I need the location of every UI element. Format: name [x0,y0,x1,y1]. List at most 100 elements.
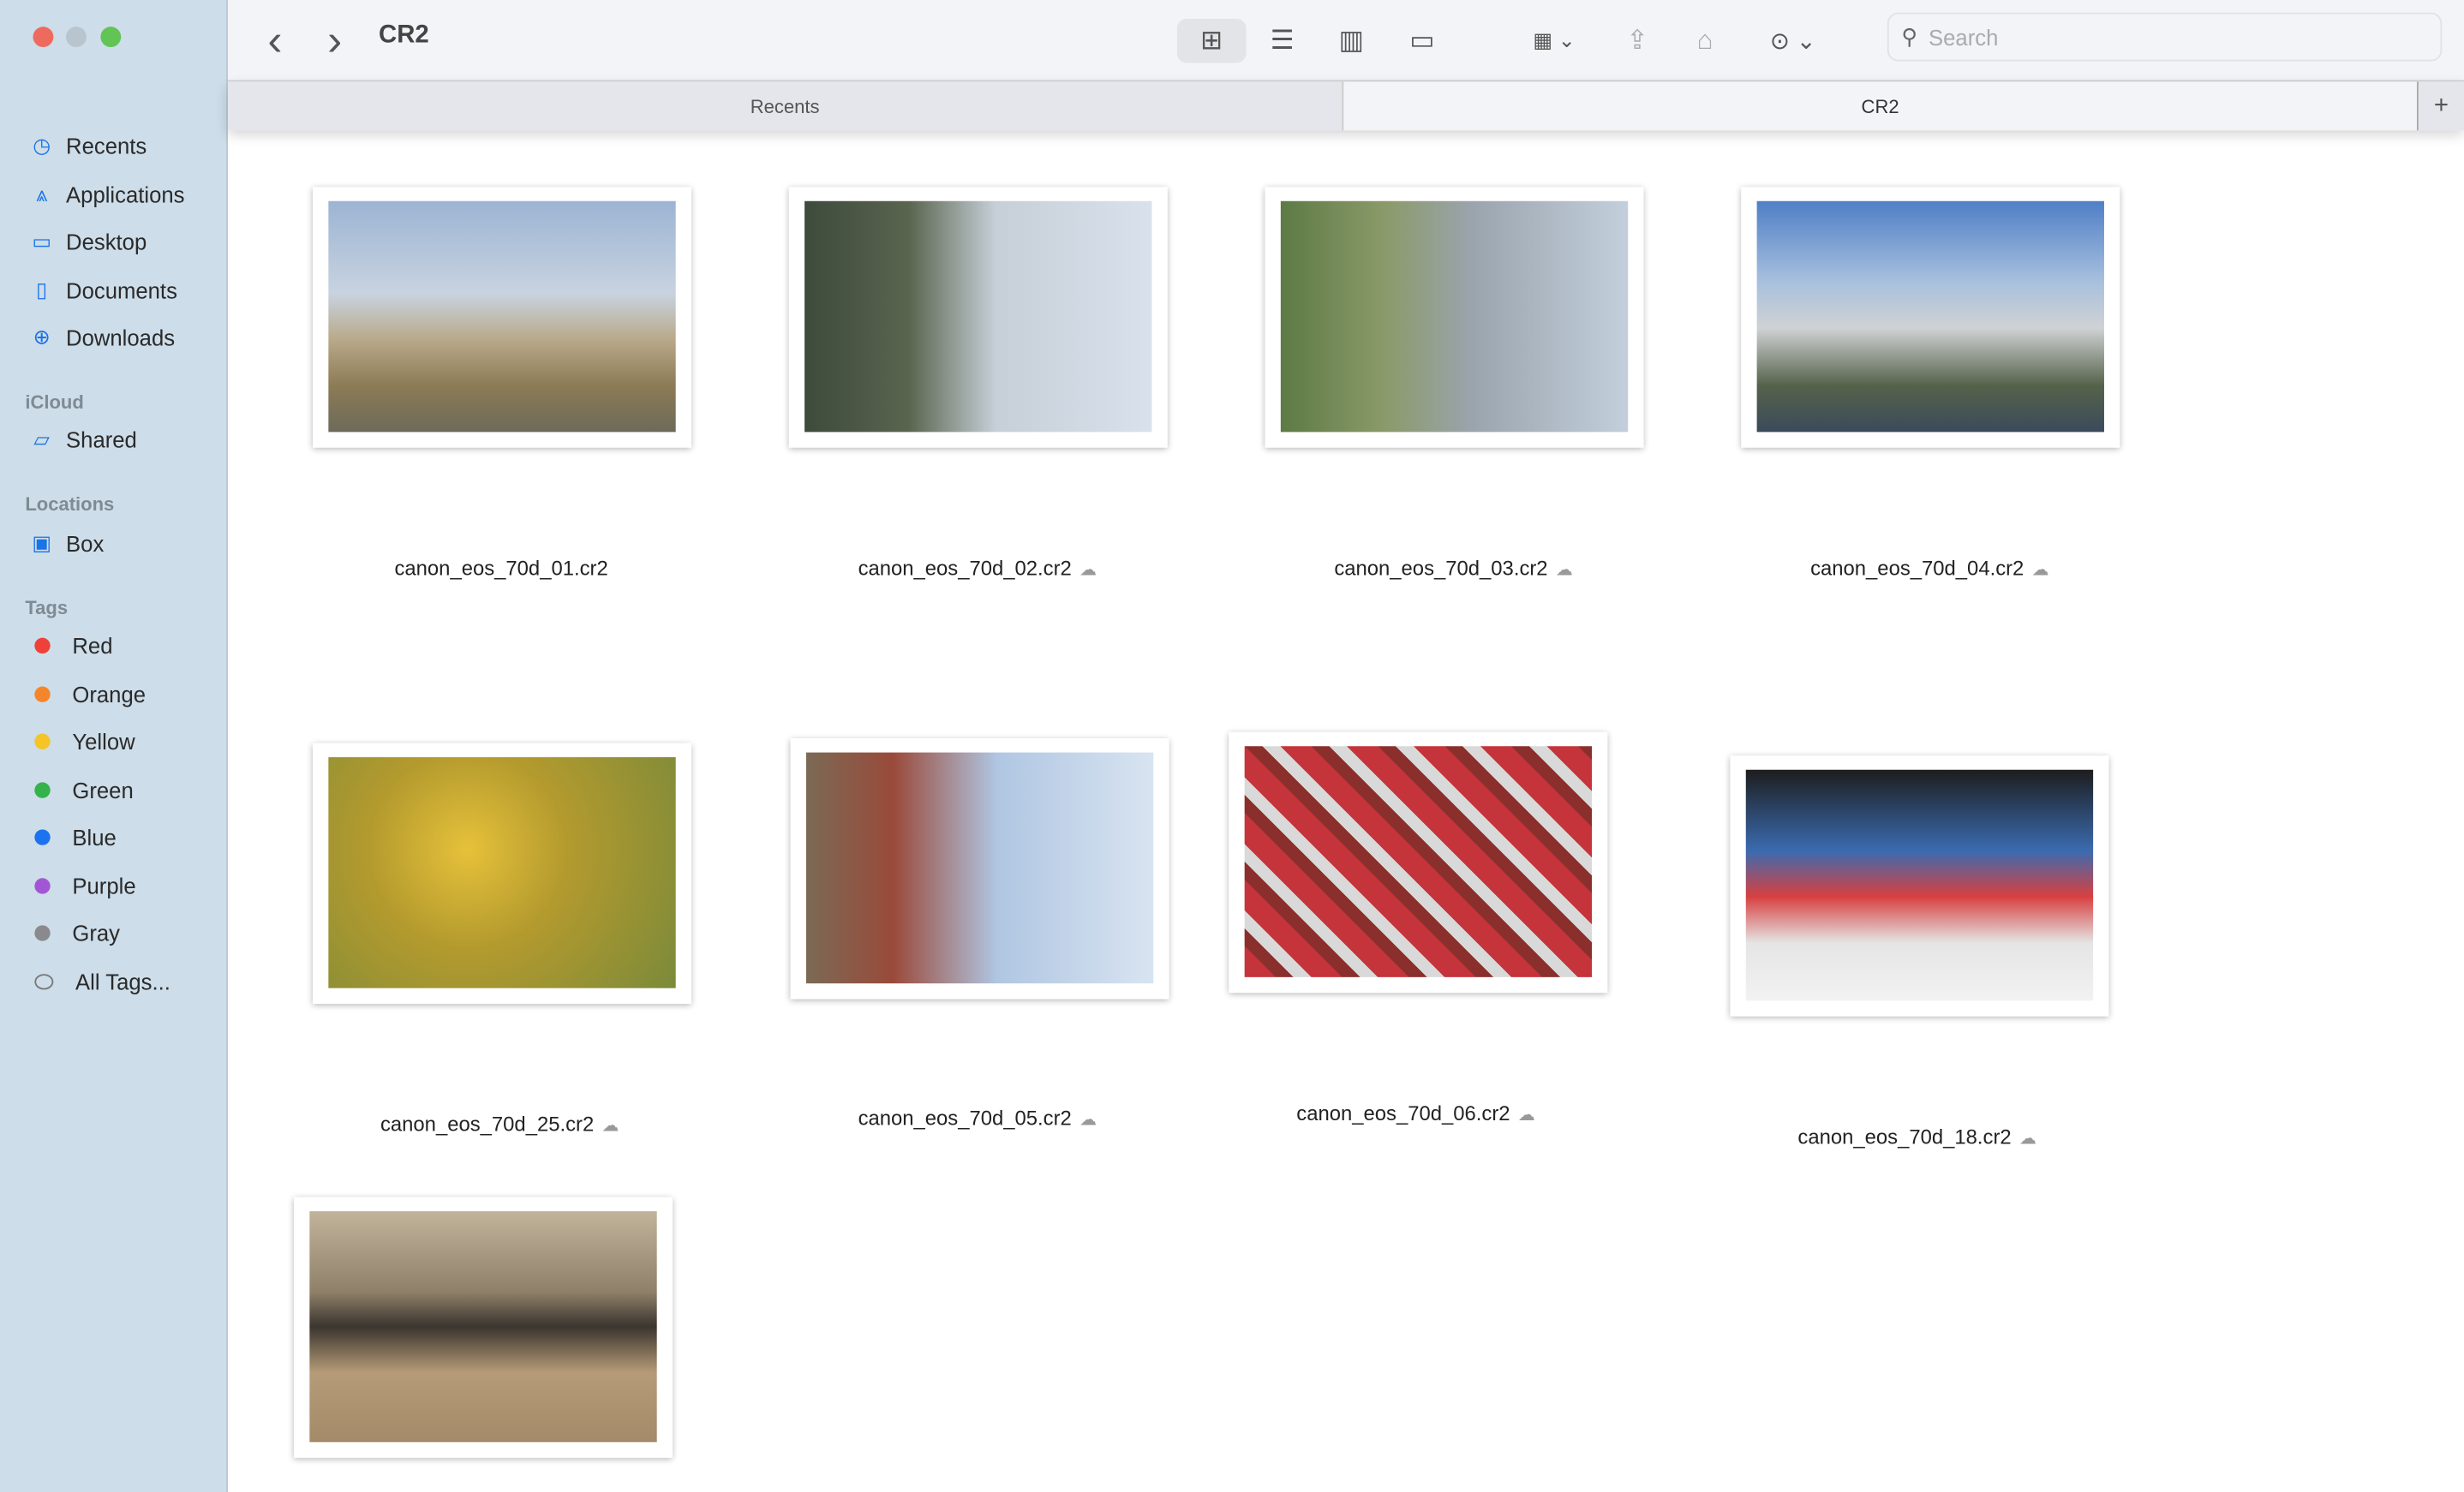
file-thumbnail[interactable] [313,187,692,448]
tab-recents[interactable]: Recents [227,81,1344,131]
photo-preview [1756,200,2104,433]
sidebar-item-label: Shared [66,427,137,453]
file-thumbnail[interactable] [313,743,692,1005]
box-icon: ▣ [32,530,51,555]
file-name: canon_eos_70d_02.cr2 [858,556,1072,580]
sidebar-item-green[interactable]: Green [28,771,134,809]
sidebar-item-downloads[interactable]: ⊕ Downloads [28,319,175,356]
sidebar-item-label: Gray [72,920,121,946]
sidebar-item-label: Box [66,530,105,557]
sidebar-item-label: Recents [66,133,147,159]
photo-preview [804,200,1152,433]
file-name-label[interactable]: canon_eos_70d_01.cr2 [394,556,607,580]
sidebar-item-label: All Tags... [75,968,170,994]
file-name-label[interactable]: canon_eos_70d_18.cr2 ☁ [1797,1125,2036,1149]
sidebar-item-label: Blue [72,824,117,850]
photo-preview [805,752,1154,984]
sidebar-item-shared[interactable]: ▱ Shared [28,421,137,459]
sidebar-item-label: Orange [72,681,147,707]
document-icon: ▯ [36,277,48,301]
cloud-download-icon[interactable]: ☁ [1556,561,1573,580]
photo-preview [1280,200,1629,433]
close-button[interactable] [33,27,54,48]
file-name: canon_eos_70d_04.cr2 [1810,556,2024,580]
more-actions-icon[interactable]: ⊙ ⌄ [1758,19,1827,63]
file-thumbnail[interactable] [790,738,1169,1000]
file-thumbnail[interactable] [1730,755,2109,1017]
forward-button[interactable]: › [319,15,350,64]
file-name-label[interactable]: canon_eos_70d_04.cr2 ☁ [1810,556,2049,580]
cloud-download-icon[interactable]: ☁ [1079,561,1097,580]
sidebar-item-applications[interactable]: ⩓ Applications [28,176,185,213]
file-name-label[interactable]: canon_eos_70d_25.cr2 ☁ [380,1113,619,1137]
tag-icon[interactable]: ⌂ [1684,19,1725,63]
zoom-button[interactable] [100,27,122,48]
file-name-label[interactable]: canon_eos_70d_06.cr2 ☁ [1296,1101,1535,1125]
tab-bar: Recents CR2 + [227,81,2464,131]
desktop-icon: ▭ [32,229,51,254]
search-input[interactable]: ⚲ Search [1887,12,2443,62]
tag-dot-icon [34,637,51,654]
sidebar-item-box[interactable]: ▣ Box [28,525,104,563]
shared-folder-icon: ▱ [33,427,50,451]
tag-dot-icon [34,685,51,701]
window-title: CR2 [379,21,429,49]
file-name-label[interactable]: canon_eos_70d_03.cr2 ☁ [1334,556,1573,580]
file-name: canon_eos_70d_06.cr2 [1296,1101,1510,1125]
sidebar-item-recents[interactable]: ◷ Recents [28,128,147,165]
sidebar-section-header: Tags [25,596,69,619]
new-tab-button[interactable]: + [2416,81,2464,131]
tag-dot-icon [34,781,51,797]
photo-preview [328,757,676,988]
photo-preview [328,200,676,433]
tab-cr2[interactable]: CR2 [1343,81,2417,130]
minimize-button[interactable] [66,27,87,48]
file-thumbnail[interactable] [1265,187,1644,448]
icon-view-grid-icon[interactable]: ⊞ [1176,19,1247,63]
back-button[interactable]: ‹ [260,15,291,64]
download-icon: ⊕ [33,325,51,349]
gallery-view-icon[interactable]: ▭ [1398,19,1445,63]
list-view-icon[interactable]: ☰ [1259,19,1306,63]
file-name-label[interactable]: canon_eos_70d_02.cr2 ☁ [858,556,1097,580]
group-by-icon[interactable]: ▦ ⌄ [1520,19,1589,63]
clock-icon: ◷ [33,133,51,158]
file-name-label[interactable]: canon_eos_70d_05.cr2 ☁ [858,1106,1097,1130]
cloud-download-icon[interactable]: ☁ [1079,1111,1097,1130]
sidebar-section-header: iCloud [25,391,84,414]
photo-preview [1244,746,1593,977]
sidebar: ◷ Recents ⩓ Applications ▭ Desktop ▯ Documents ⊕… [0,0,228,1492]
sidebar-item-documents[interactable]: ▯ Documents [28,271,177,308]
share-icon[interactable]: ⇪ [1617,19,1658,63]
sidebar-item-red[interactable]: Red [28,627,112,665]
sidebar-item-desktop[interactable]: ▭ Desktop [28,223,147,260]
sidebar-item-label: Desktop [66,229,147,255]
sidebar-item-purple[interactable]: Purple [28,867,136,904]
sidebar-item-label: Red [72,633,113,659]
file-name: canon_eos_70d_01.cr2 [394,556,608,580]
toolbar: ‹ › CR2 ⊞ ☰ ▥ ▭ ▦ ⌄ ⇪ ⌂ ⊙ ⌄ ⚲ Search [227,0,2464,82]
file-thumbnail[interactable] [788,187,1168,448]
sidebar-section-header: Locations [25,492,115,516]
cloud-download-icon[interactable]: ☁ [601,1117,619,1136]
sidebar-item-orange[interactable]: Orange [28,675,146,713]
search-icon: ⚲ [1901,23,1918,49]
file-name: canon_eos_70d_25.cr2 [380,1112,595,1137]
sidebar-item-gray[interactable]: Gray [28,914,120,952]
sidebar-item-blue[interactable]: Blue [28,819,117,856]
sidebar-item-label: Green [72,777,134,803]
sidebar-item-label: Documents [66,277,177,303]
file-thumbnail[interactable] [1229,731,1608,994]
sidebar-item-all-tags[interactable]: All Tags... [28,962,170,1000]
file-thumbnail[interactable] [1741,187,2120,448]
tag-dot-icon [34,829,51,845]
cloud-download-icon[interactable]: ☁ [2019,1130,2036,1149]
tag-dot-icon [34,973,54,989]
cloud-download-icon[interactable]: ☁ [1518,1106,1535,1125]
file-name: canon_eos_70d_18.cr2 [1797,1125,2012,1149]
sidebar-item-yellow[interactable]: Yellow [28,723,135,761]
cloud-download-icon[interactable]: ☁ [2031,561,2048,580]
photo-preview [1745,769,2094,1001]
column-view-icon[interactable]: ▥ [1328,19,1375,63]
file-thumbnail[interactable] [293,1197,673,1459]
